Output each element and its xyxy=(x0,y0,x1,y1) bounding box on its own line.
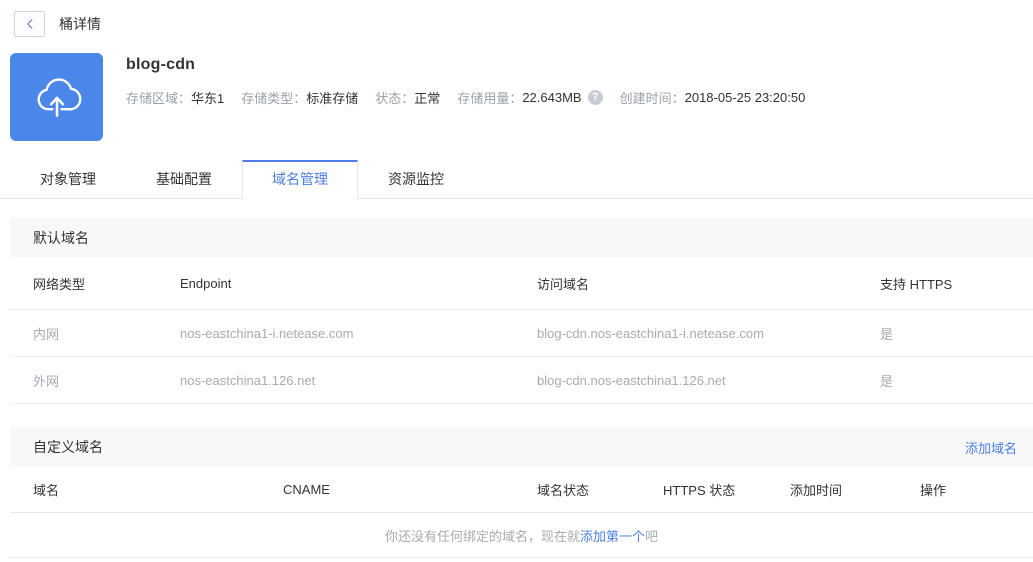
table-row-internal: 内网 nos-eastchina1-i.netease.com blog-cdn… xyxy=(10,310,1033,357)
col-access-domain: 访问域名 xyxy=(537,277,590,292)
region-value: 华东1 xyxy=(191,91,225,106)
col-domain-status: 域名状态 xyxy=(537,483,590,498)
created-value: 2018-05-25 23:20:50 xyxy=(684,90,806,105)
col-cname: CNAME xyxy=(283,482,330,497)
top-bar: 桶详情 xyxy=(0,0,1033,37)
region-label: 存储区域： xyxy=(126,91,192,106)
col-https-support: 支持 HTTPS xyxy=(880,277,953,292)
tab-basic-config[interactable]: 基础配置 xyxy=(126,160,242,198)
col-network-type: 网络类型 xyxy=(33,277,86,292)
network-type-cell: 外网 xyxy=(33,373,60,389)
access-domain-cell: blog-cdn.nos-eastchina1.126.net xyxy=(537,372,726,388)
custom-domain-title: 自定义域名 xyxy=(33,439,103,455)
tab-bar: 对象管理 基础配置 域名管理 资源监控 xyxy=(0,160,1033,199)
tab-object-management[interactable]: 对象管理 xyxy=(10,160,126,198)
help-icon[interactable]: ? xyxy=(587,90,603,105)
default-domain-table-header: 网络类型 Endpoint 访问域名 支持 HTTPS xyxy=(10,258,1033,310)
status-label: 状态： xyxy=(375,91,415,106)
col-actions: 操作 xyxy=(920,483,947,498)
empty-state: 你还没有任何绑定的域名，现在就 添加第一个吧 xyxy=(10,513,1033,558)
usage-value: 22.643MB xyxy=(522,90,582,105)
network-type-cell: 内网 xyxy=(33,326,60,342)
usage-label: 存储用量： xyxy=(457,91,523,106)
bucket-header: blog-cdn 存储区域： 华东1 存储类型： 标准存储 状态： 正常 存储用… xyxy=(10,53,1033,141)
empty-state-suffix: 吧 xyxy=(645,528,659,544)
col-domain: 域名 xyxy=(33,483,60,498)
storage-type-value: 标准存储 xyxy=(306,91,359,106)
tab-content: 默认域名 网络类型 Endpoint 访问域名 支持 HTTPS 内网 nos-… xyxy=(10,218,1033,558)
cloud-upload-icon xyxy=(37,78,81,117)
back-button[interactable] xyxy=(14,11,45,37)
bucket-icon xyxy=(10,53,103,141)
col-endpoint: Endpoint xyxy=(180,276,232,291)
chevron-left-icon xyxy=(26,19,32,29)
endpoint-cell: nos-eastchina1.126.net xyxy=(180,372,316,388)
https-support-cell: 是 xyxy=(880,373,894,389)
https-support-cell: 是 xyxy=(880,326,894,342)
tab-resource-monitor[interactable]: 资源监控 xyxy=(358,160,474,198)
col-add-time: 添加时间 xyxy=(790,483,843,498)
custom-domain-table-header: 域名 CNAME 域名状态 HTTPS 状态 添加时间 操作 xyxy=(10,467,1033,513)
created-label: 创建时间： xyxy=(619,91,685,106)
tab-domain-management[interactable]: 域名管理 xyxy=(242,160,358,199)
col-https-status: HTTPS 状态 xyxy=(663,483,736,498)
status-value: 正常 xyxy=(414,91,441,106)
default-domain-section-header: 默认域名 xyxy=(10,218,1033,258)
add-domain-link[interactable]: 添加域名 xyxy=(965,438,1017,457)
add-first-domain-link[interactable]: 添加第一个 xyxy=(580,526,645,545)
empty-state-text: 你还没有任何绑定的域名，现在就 xyxy=(384,528,580,544)
bucket-meta: blog-cdn 存储区域： 华东1 存储类型： 标准存储 状态： 正常 存储用… xyxy=(126,53,822,141)
bucket-info-row: 存储区域： 华东1 存储类型： 标准存储 状态： 正常 存储用量： 22.643… xyxy=(126,88,822,107)
access-domain-cell: blog-cdn.nos-eastchina1-i.netease.com xyxy=(537,325,764,341)
bucket-name: blog-cdn xyxy=(126,56,196,73)
storage-type-label: 存储类型： xyxy=(241,91,307,106)
default-domain-title: 默认域名 xyxy=(33,230,89,246)
table-row-external: 外网 nos-eastchina1.126.net blog-cdn.nos-e… xyxy=(10,357,1033,404)
custom-domain-section-header: 自定义域名 添加域名 xyxy=(10,427,1033,467)
page-title: 桶详情 xyxy=(59,16,101,32)
endpoint-cell: nos-eastchina1-i.netease.com xyxy=(180,325,354,341)
